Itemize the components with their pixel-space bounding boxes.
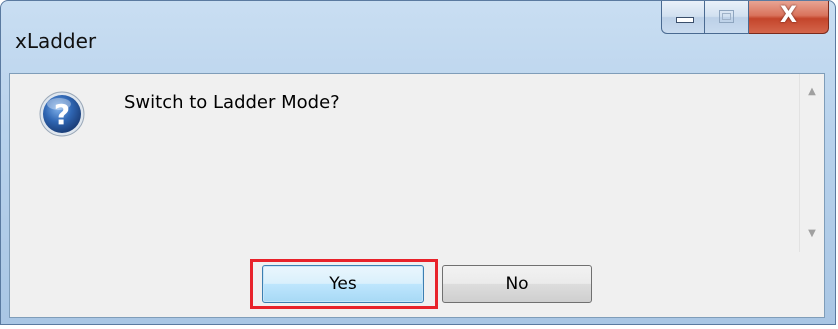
dialog-client-area: ? Switch to Ladder Mode? ▲ ▼ Yes No <box>9 73 825 318</box>
scroll-down-arrow-icon[interactable]: ▼ <box>800 222 824 246</box>
close-button[interactable]: X <box>749 1 829 34</box>
message-text: Switch to Ladder Mode? <box>124 92 340 113</box>
dialog-window: xLadder X ? Switch to Ladder Mode? ▲ ▼ Y… <box>0 0 836 325</box>
caption-buttons: X <box>661 1 829 39</box>
scroll-up-arrow-icon[interactable]: ▲ <box>800 80 824 104</box>
vertical-scrollbar[interactable]: ▲ ▼ <box>799 74 824 252</box>
title-bar[interactable]: xLadder X <box>1 1 835 73</box>
window-title: xLadder <box>15 29 97 53</box>
minimize-icon <box>676 17 694 23</box>
maximize-icon <box>719 10 734 23</box>
minimize-button[interactable] <box>661 1 705 34</box>
button-row: Yes No <box>10 252 824 318</box>
svg-text:?: ? <box>54 98 70 131</box>
close-icon: X <box>780 3 797 28</box>
no-button[interactable]: No <box>442 265 592 303</box>
maximize-button[interactable] <box>705 1 749 34</box>
question-icon: ? <box>39 91 85 137</box>
message-area: ? Switch to Ladder Mode? <box>10 74 802 252</box>
yes-button[interactable]: Yes <box>262 265 424 303</box>
